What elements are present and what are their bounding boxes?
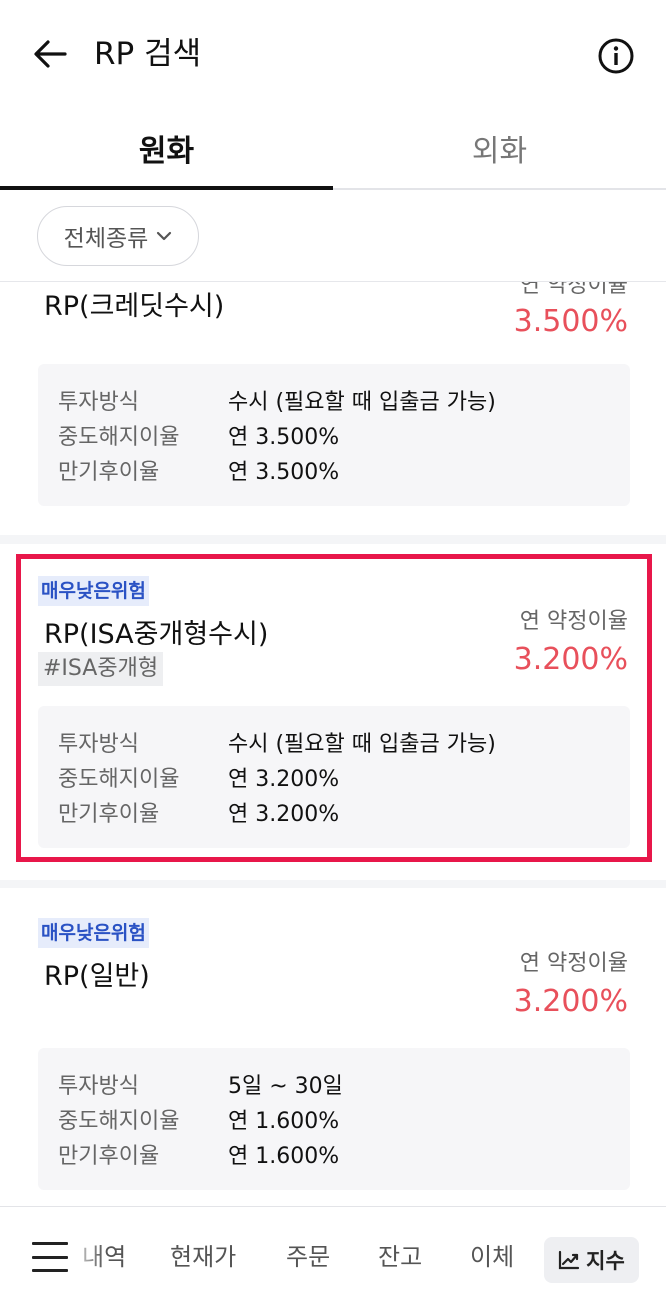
product-name: RP(ISA중개형수시) [44, 619, 269, 650]
index-button-label: 지수 [586, 1249, 625, 1273]
rate-label: 연 약정이율 [519, 609, 628, 634]
detail-value: 수시 (필요할 때 입출금 가능) [228, 731, 496, 757]
type-filter-label: 전체종류 [63, 226, 149, 252]
risk-badge: 매우낮은위험 [38, 576, 149, 606]
trend-chart-icon [559, 1250, 580, 1270]
detail-key: 중도해지이율 [58, 424, 180, 450]
detail-row: 투자방식 수시 (필요할 때 입출금 가능) [58, 724, 610, 759]
detail-key: 투자방식 [58, 731, 139, 757]
detail-row: 중도해지이율 연 3.200% [58, 759, 610, 794]
bottom-nav: 내역 현재가 주문 잔고 이체 지수 [0, 1206, 666, 1314]
product-card[interactable]: 매우낮은위험 연 약정이율 RP(ISA중개형수시) 3.200% #ISA중개… [0, 544, 666, 880]
index-button[interactable]: 지수 [544, 1237, 639, 1283]
detail-key: 만기후이율 [58, 1143, 160, 1169]
app-header: RP 검색 [0, 0, 666, 108]
rate-value: 3.200% [513, 642, 628, 677]
product-name: RP(크레딧수시) [44, 291, 225, 322]
detail-row: 만기후이율 연 1.600% [58, 1136, 610, 1171]
risk-badge: 매우낮은위험 [38, 918, 149, 948]
detail-row: 투자방식 5일 ~ 30일 [58, 1066, 610, 1101]
detail-value: 연 3.200% [228, 801, 340, 827]
detail-row: 만기후이율 연 3.200% [58, 794, 610, 829]
info-icon[interactable] [596, 36, 636, 76]
rate-value: 3.200% [513, 984, 628, 1019]
detail-key: 투자방식 [58, 389, 139, 415]
detail-key: 중도해지이율 [58, 766, 180, 792]
nav-item-balance[interactable]: 잔고 [378, 1241, 422, 1273]
rp-search-screen: RP 검색 원화 외화 전체종류 연 약정이율 RP(크레딧수시) 3.500% [0, 0, 666, 1314]
detail-box: 투자방식 수시 (필요할 때 입출금 가능) 중도해지이율 연 3.500% 만… [38, 364, 630, 506]
currency-tabs: 원화 외화 [0, 108, 666, 190]
rate-label: 연 약정이율 [519, 951, 628, 976]
detail-box: 투자방식 수시 (필요할 때 입출금 가능) 중도해지이율 연 3.200% 만… [38, 706, 630, 848]
tab-foreign[interactable]: 외화 [333, 108, 666, 188]
detail-key: 만기후이율 [58, 459, 160, 485]
detail-key: 중도해지이율 [58, 1108, 180, 1134]
page-title: RP 검색 [94, 36, 202, 72]
nav-scroll-fade [68, 1227, 104, 1297]
nav-item-transfer[interactable]: 이체 [470, 1241, 514, 1273]
detail-key: 만기후이율 [58, 801, 160, 827]
detail-row: 중도해지이율 연 1.600% [58, 1101, 610, 1136]
filter-row: 전체종류 [0, 190, 666, 282]
detail-value: 연 1.600% [228, 1108, 340, 1134]
detail-row: 만기후이율 연 3.500% [58, 452, 610, 487]
back-arrow-icon[interactable] [30, 34, 70, 74]
nav-item-order[interactable]: 주문 [286, 1241, 330, 1273]
product-tag: #ISA중개형 [38, 652, 164, 686]
nav-item-price[interactable]: 현재가 [170, 1241, 236, 1273]
rate-value: 3.500% [513, 304, 628, 339]
detail-row: 투자방식 수시 (필요할 때 입출금 가능) [58, 382, 610, 417]
detail-value: 수시 (필요할 때 입출금 가능) [228, 389, 496, 415]
rate-label: 연 약정이율 [519, 282, 628, 298]
hamburger-menu-icon[interactable] [32, 1239, 68, 1275]
detail-value: 연 1.600% [228, 1143, 340, 1169]
product-name: RP(일반) [44, 961, 150, 992]
type-filter-dropdown[interactable]: 전체종류 [37, 206, 199, 266]
detail-row: 중도해지이율 연 3.500% [58, 417, 610, 452]
product-card[interactable]: 연 약정이율 RP(크레딧수시) 3.500% 투자방식 수시 (필요할 때 입… [0, 282, 666, 535]
detail-key: 투자방식 [58, 1073, 139, 1099]
detail-value: 연 3.500% [228, 459, 340, 485]
tab-krw[interactable]: 원화 [0, 108, 333, 190]
chevron-down-icon [157, 231, 172, 241]
detail-value: 5일 ~ 30일 [228, 1073, 343, 1099]
product-list: 연 약정이율 RP(크레딧수시) 3.500% 투자방식 수시 (필요할 때 입… [0, 282, 666, 1206]
detail-box: 투자방식 5일 ~ 30일 중도해지이율 연 1.600% 만기후이율 연 1.… [38, 1048, 630, 1190]
detail-value: 연 3.200% [228, 766, 340, 792]
detail-value: 연 3.500% [228, 424, 340, 450]
product-card[interactable]: 매우낮은위험 연 약정이율 RP(일반) 3.200% 투자방식 5일 ~ 30… [0, 888, 666, 1206]
